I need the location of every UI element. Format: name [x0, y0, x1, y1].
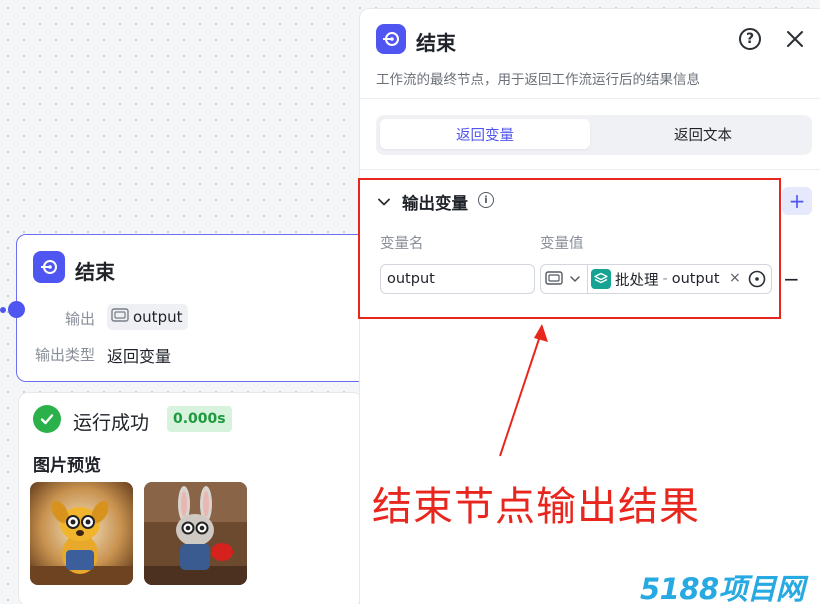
header-divider	[360, 98, 820, 99]
node-output-label: 输出	[64, 310, 95, 328]
add-variable-button[interactable]: +	[782, 187, 812, 215]
panel-description: 工作流的最终节点，用于返回工作流运行后的结果信息	[376, 72, 700, 88]
node-output-type-label: 输出类型	[34, 346, 95, 364]
preview-image-dog[interactable]	[30, 482, 133, 585]
image-var-icon	[111, 308, 129, 326]
annotation-text: 结束节点输出结果	[372, 484, 700, 530]
run-time-badge: 0.000s	[167, 406, 232, 432]
node-output-tag-label: output	[133, 308, 183, 326]
output-mode-segmented-control: 返回变量 返回文本	[376, 115, 812, 155]
tab-return-variable[interactable]: 返回变量	[380, 119, 590, 149]
node-output-tag: output	[107, 304, 189, 330]
panel-title: 结束	[416, 31, 456, 55]
end-node-icon	[376, 24, 406, 54]
remove-variable-button[interactable]: −	[783, 267, 801, 291]
close-icon[interactable]	[783, 27, 807, 51]
preview-image-rabbit[interactable]	[144, 482, 247, 585]
watermark: 5188项目网	[640, 572, 805, 604]
help-icon[interactable]: ?	[739, 28, 761, 50]
annotation-highlight-box	[358, 178, 781, 319]
tabs-divider	[360, 169, 820, 170]
node-input-port[interactable]	[8, 301, 25, 318]
end-node-title: 结束	[75, 260, 115, 284]
check-circle-icon	[33, 405, 61, 433]
annotation-arrow	[490, 320, 560, 460]
tab-return-text[interactable]: 返回文本	[598, 119, 808, 149]
run-status-text: 运行成功	[73, 412, 150, 434]
end-node-icon	[33, 251, 65, 283]
end-node-card[interactable]: 结束 输出 output 输出类型 返回变量	[16, 234, 376, 382]
run-result-card: 运行成功 0.000s 图片预览	[18, 392, 363, 604]
node-output-type-value: 返回变量	[107, 347, 172, 366]
image-preview-label: 图片预览	[33, 456, 101, 476]
connection-line-stub	[0, 307, 6, 313]
